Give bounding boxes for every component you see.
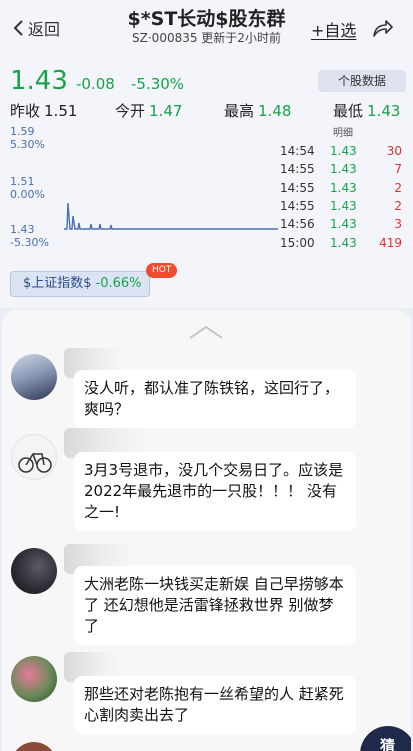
high-value: 1.48 [258,102,292,120]
trade-row: 15:00 1.43 419 [280,233,402,251]
open-label: 今开 [115,102,146,120]
axis-bottom-price: 1.43 [10,223,35,236]
low-label: 最低 [333,102,364,120]
index-tag[interactable]: $上证指数$ -0.66% [10,271,150,297]
message-bubble: 大洲老陈一块钱买走新娱 自己早捞够本了 还幻想他是活雷锋拯救世界 别做梦了 [74,566,356,645]
trade-row: 14:54 1.43 30 [280,142,402,160]
index-name: $上证指数$ [23,276,92,291]
trade-time: 14:54 [280,144,315,159]
open-price: 今开 1.47 [115,100,182,121]
trade-list: 14:54 1.43 30 14:55 1.43 7 14:55 1.43 2 14:55 1… [280,142,402,252]
trade-row: 14:55 1.43 2 [280,179,402,197]
prev-close-label: 昨收 [10,102,41,120]
trade-price: 1.43 [330,217,357,232]
trade-qty: 3 [394,217,402,232]
stock-data-button[interactable]: 个股数据 [318,70,406,92]
guess-button[interactable]: 猜 [360,726,411,751]
axis-top-pct: 5.30% [10,138,45,151]
avatar[interactable] [11,656,57,702]
avatar[interactable] [11,742,57,751]
trade-time: 14:56 [280,217,315,232]
trade-time: 15:00 [280,235,315,250]
trade-price: 1.43 [330,144,357,159]
trade-row: 14:55 1.43 7 [280,160,402,178]
avatar[interactable] [11,354,57,400]
avatar[interactable] [11,548,57,594]
message-bubble: 3月3号退市，没几个交易日了。应该是2022年最先退市的一只股！！！ 没有之一! [74,452,356,531]
high-label: 最高 [224,102,255,120]
price-change: -0.08 [76,75,115,93]
chevron-up-icon[interactable] [188,324,224,340]
trade-row: 14:56 1.43 3 [280,215,402,233]
trade-qty: 30 [386,144,402,159]
prev-close-value: 1.51 [44,102,78,120]
message-bubble: 没人听，都认准了陈铁铭，这回行了，爽吗？ [74,370,356,428]
add-favorite-button[interactable]: +自选 [311,17,356,41]
trades-label: 明细 [333,128,353,139]
trade-qty: 7 [394,162,402,177]
axis-mid-price: 1.51 [10,175,35,188]
trade-time: 14:55 [280,162,315,177]
open-value: 1.47 [149,102,183,120]
low-value: 1.43 [367,102,401,120]
high-price: 最高 1.48 [224,100,291,121]
trade-price: 1.43 [330,199,357,214]
axis-mid: 1.51 0.00% [10,175,45,201]
trade-price: 1.43 [330,235,357,250]
bicycle-icon [18,453,52,473]
low-price: 最低 1.43 [333,100,400,121]
index-change: -0.66% [95,276,142,291]
trade-qty: 2 [394,180,402,195]
trade-qty: 419 [379,235,402,250]
hot-badge: HOT [146,263,178,278]
intraday-chart [64,202,278,230]
avatar[interactable] [11,434,57,480]
axis-bottom-pct: -5.30% [10,236,49,249]
axis-bottom: 1.43 -5.30% [10,223,49,249]
trade-row: 14:55 1.43 2 [280,197,402,215]
current-price: 1.43 [10,66,68,96]
message-bubble: 那些还对老陈抱有一丝希望的人 赶紧死心割肉卖出去了 [74,676,356,734]
price-change-pct: -5.30% [131,75,185,93]
price-line [64,202,278,230]
trade-time: 14:55 [280,199,315,214]
trade-price: 1.43 [330,180,357,195]
trade-time: 14:55 [280,180,315,195]
axis-mid-pct: 0.00% [10,188,45,201]
share-icon[interactable] [372,18,394,38]
axis-top-price: 1.59 [10,125,35,138]
prev-close: 昨收 1.51 [10,100,77,121]
quote-panel: 1.43 -0.08 -5.30% 个股数据 昨收 1.51 今开 1.47 最高 1… [0,58,413,308]
header-bar: 返回 $*ST长动$股东群 SZ·000835 更新于2小时前 +自选 [0,0,413,58]
trade-price: 1.43 [330,162,357,177]
axis-top: 1.59 5.30% [10,125,45,151]
trade-qty: 2 [394,199,402,214]
chat-area[interactable]: 没人听，都认准了陈铁铭，这回行了，爽吗？ 3月3号退市，没几个交易日了。应该是2… [2,310,411,751]
